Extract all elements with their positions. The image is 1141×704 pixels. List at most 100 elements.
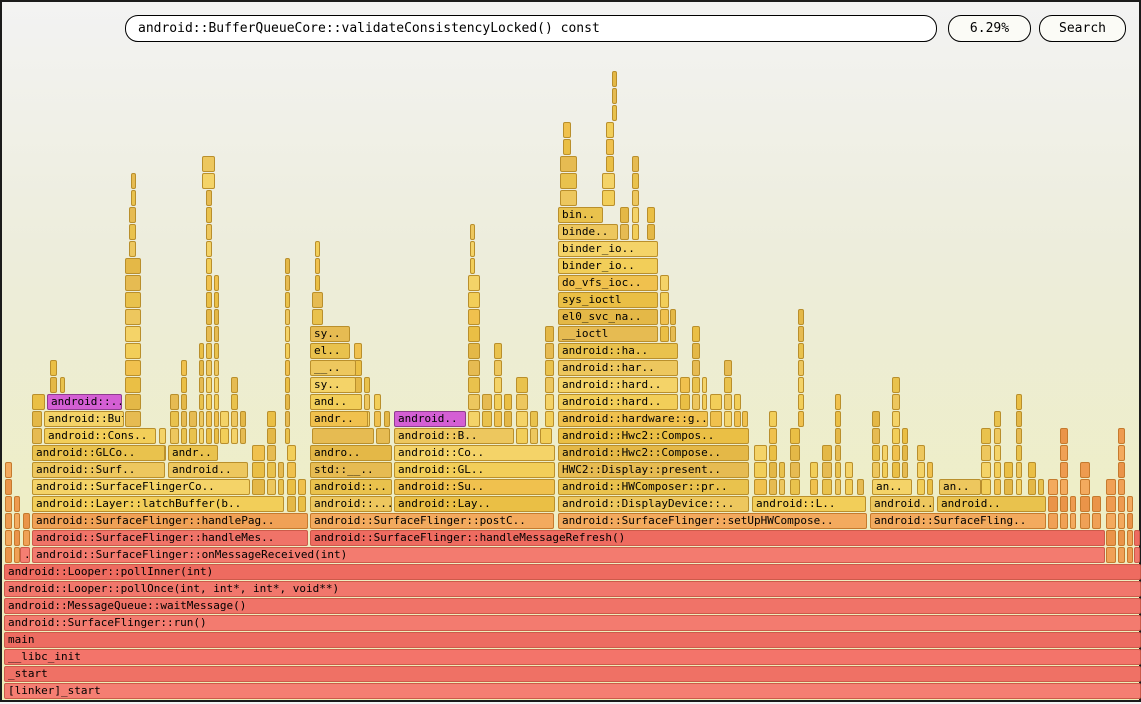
flame-frame-small[interactable] <box>1048 496 1058 512</box>
flame-frame-small[interactable] <box>298 496 306 512</box>
flame-frame-small[interactable] <box>1106 479 1116 495</box>
flame-frame[interactable]: android::SurfaceFlinger::handleMessageRe… <box>310 530 1105 546</box>
flame-frame[interactable]: android::MessageQueue::waitMessage() <box>4 598 1141 614</box>
flame-frame-small[interactable] <box>917 445 925 461</box>
flame-frame-small[interactable] <box>1080 513 1090 529</box>
flame-frame-small[interactable] <box>267 411 276 427</box>
flame-frame-small[interactable] <box>1060 445 1068 461</box>
flame-frame-small[interactable] <box>545 326 554 342</box>
flame-frame-small[interactable] <box>468 411 480 427</box>
flame-frame-small[interactable] <box>612 105 617 121</box>
flame-frame[interactable]: HWC2::Display::present.. <box>558 462 749 478</box>
flame-frame-small[interactable] <box>267 479 276 495</box>
flame-frame-small[interactable] <box>892 462 900 478</box>
flame-frame-small[interactable] <box>285 343 290 359</box>
flame-frame-small[interactable] <box>240 428 246 444</box>
flame-frame-small[interactable] <box>892 377 900 393</box>
flame-frame-small[interactable] <box>206 377 212 393</box>
flame-frame[interactable]: sys_ioctl <box>558 292 658 308</box>
flame-frame-small[interactable] <box>660 275 669 291</box>
flame-frame-small[interactable] <box>872 411 880 427</box>
flame-frame-small[interactable] <box>199 428 204 444</box>
flame-frame-small[interactable] <box>206 241 212 257</box>
flame-frame-small[interactable] <box>278 479 284 495</box>
flame-frame-small[interactable] <box>790 428 800 444</box>
flame-frame-small[interactable] <box>981 428 991 444</box>
flame-frame-small[interactable] <box>734 411 741 427</box>
flame-frame-small[interactable] <box>1106 547 1116 563</box>
flame-frame-small[interactable] <box>494 343 502 359</box>
flame-frame-small[interactable] <box>206 207 212 223</box>
flame-frame[interactable]: and.. <box>310 394 362 410</box>
flame-frame-small[interactable] <box>285 360 290 376</box>
flame-frame-small[interactable] <box>1048 479 1058 495</box>
flame-frame-small[interactable] <box>252 462 265 478</box>
flame-frame-small[interactable] <box>285 411 290 427</box>
flame-frame-small[interactable] <box>267 462 276 478</box>
flame-frame-small[interactable] <box>470 224 475 240</box>
flame-frame-small[interactable] <box>267 428 276 444</box>
flame-frame-small[interactable] <box>892 445 900 461</box>
flame-frame-small[interactable] <box>981 445 991 461</box>
flamegraph[interactable]: [linker]_start_start__libc_initmainandro… <box>2 2 1141 704</box>
flame-frame-small[interactable] <box>504 411 512 427</box>
flame-frame-small[interactable] <box>206 343 212 359</box>
flame-frame-small[interactable] <box>798 394 804 410</box>
flame-frame-small[interactable] <box>1060 513 1068 529</box>
flame-frame-small[interactable] <box>1118 530 1125 546</box>
flame-frame[interactable]: android::SurfaceFlingerCo.. <box>32 479 250 495</box>
flame-frame[interactable]: android::SurfaceFlinger::handlePag.. <box>32 513 308 529</box>
flame-frame-small[interactable] <box>14 496 20 512</box>
flame-frame[interactable]: android::.. <box>310 479 392 495</box>
flame-frame-small[interactable] <box>470 258 475 274</box>
flame-frame-small[interactable] <box>710 394 722 410</box>
flame-frame-small[interactable] <box>1080 462 1090 478</box>
flame-frame-small[interactable] <box>660 309 669 325</box>
flame-frame-small[interactable] <box>202 173 215 189</box>
flame-frame[interactable]: android::Hwc2::Compos.. <box>558 428 749 444</box>
flame-frame-small[interactable] <box>1060 462 1068 478</box>
flame-frame-small[interactable] <box>214 377 219 393</box>
flame-frame-small[interactable] <box>60 377 65 393</box>
flame-frame-small[interactable] <box>199 411 204 427</box>
flame-frame-small[interactable] <box>32 428 42 444</box>
flame-frame-small[interactable] <box>285 326 290 342</box>
flame-frame[interactable]: . <box>20 547 30 563</box>
flame-frame-small[interactable] <box>779 479 785 495</box>
flame-frame-small[interactable] <box>170 394 179 410</box>
flame-frame-small[interactable] <box>798 343 804 359</box>
flame-frame-small[interactable] <box>206 326 212 342</box>
flame-frame-small[interactable] <box>199 394 204 410</box>
flame-frame[interactable]: __libc_init <box>4 649 1141 665</box>
flame-frame[interactable]: sy.. <box>310 326 350 342</box>
flame-frame[interactable]: android::SurfaceFlinger::onMessageReceiv… <box>32 547 1105 563</box>
flame-frame-small[interactable] <box>530 411 538 427</box>
flame-frame-small[interactable] <box>32 411 42 427</box>
flame-frame-small[interactable] <box>199 377 204 393</box>
flame-frame[interactable]: android::B.. <box>394 428 514 444</box>
flame-frame-small[interactable] <box>994 479 1001 495</box>
flame-frame-small[interactable] <box>994 445 1001 461</box>
flame-frame-small[interactable] <box>822 462 832 478</box>
flame-frame-small[interactable] <box>606 122 614 138</box>
flame-frame[interactable]: android::hard.. <box>558 394 678 410</box>
flame-frame-small[interactable] <box>769 462 777 478</box>
flame-frame-small[interactable] <box>798 326 804 342</box>
flame-frame[interactable]: [linker]_start <box>4 683 1141 699</box>
flame-frame-small[interactable] <box>647 224 655 240</box>
flame-frame-small[interactable] <box>872 428 880 444</box>
flame-frame-small[interactable] <box>1080 496 1090 512</box>
flame-frame-small[interactable] <box>159 428 166 444</box>
flame-frame[interactable]: sy.. <box>310 377 356 393</box>
flame-frame-small[interactable] <box>1038 479 1044 495</box>
flame-frame-small[interactable] <box>125 394 141 410</box>
flame-frame-small[interactable] <box>468 309 480 325</box>
flame-frame-small[interactable] <box>1070 513 1076 529</box>
flame-frame-small[interactable] <box>285 292 290 308</box>
flame-frame-small[interactable] <box>1127 496 1133 512</box>
flame-frame-small[interactable] <box>612 88 617 104</box>
flame-frame-small[interactable] <box>1118 496 1125 512</box>
flame-frame-small[interactable] <box>482 394 492 410</box>
flame-frame-small[interactable] <box>545 343 554 359</box>
flame-frame-small[interactable] <box>835 428 841 444</box>
